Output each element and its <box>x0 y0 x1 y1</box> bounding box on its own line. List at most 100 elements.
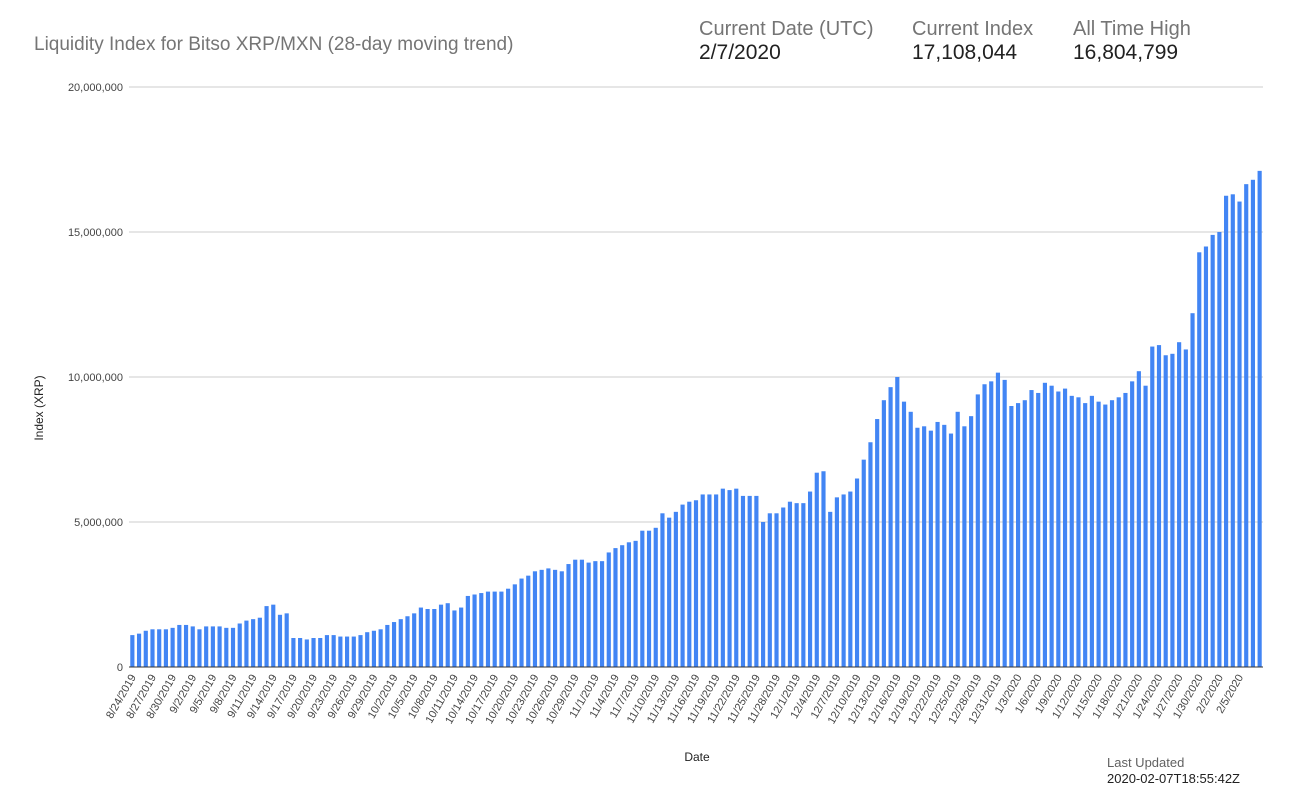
bar <box>754 495 759 667</box>
bar <box>519 578 524 667</box>
bar <box>277 614 283 667</box>
bar <box>915 427 920 667</box>
x-axis-label: Date <box>684 750 710 764</box>
bar <box>492 591 497 667</box>
bar <box>982 384 987 667</box>
bar <box>365 632 370 667</box>
bar <box>881 400 886 667</box>
bar <box>948 433 954 667</box>
bar <box>465 595 470 667</box>
bar <box>197 629 202 667</box>
bar <box>405 616 410 667</box>
bar <box>767 513 772 667</box>
bar <box>1123 392 1128 667</box>
bar <box>962 426 967 667</box>
bar <box>230 627 236 667</box>
bar <box>506 588 511 667</box>
bar <box>526 575 531 667</box>
bar <box>512 584 517 667</box>
bar <box>868 442 873 667</box>
bar <box>1089 395 1094 667</box>
bar <box>807 491 813 667</box>
bar <box>485 591 491 667</box>
bar <box>928 430 933 667</box>
bar <box>714 494 719 667</box>
liquidity-bar-chart: 0 5,000,000 10,000,000 15,000,000 20,000,000… <box>32 82 1263 764</box>
bar <box>1163 355 1168 667</box>
bar <box>1042 382 1047 667</box>
bar <box>969 416 974 667</box>
bar <box>425 609 430 667</box>
bar <box>975 394 980 667</box>
bar <box>257 617 262 667</box>
bar <box>418 607 423 667</box>
bar <box>761 522 766 667</box>
bar <box>150 629 155 667</box>
bar <box>660 513 665 667</box>
bar <box>1062 388 1068 667</box>
bar <box>1009 406 1014 667</box>
bar <box>170 627 175 667</box>
y-tick-label: 0 <box>117 662 123 674</box>
bar <box>546 568 551 667</box>
bar <box>1130 381 1135 667</box>
bar <box>693 500 699 667</box>
bar <box>318 638 323 667</box>
bar <box>157 629 162 667</box>
bar <box>633 540 638 667</box>
bar <box>1083 403 1088 667</box>
bar <box>1177 342 1182 667</box>
bar <box>989 381 994 667</box>
bar <box>734 488 739 667</box>
bar <box>895 377 900 667</box>
bar <box>559 571 564 667</box>
bar <box>747 495 752 667</box>
bar <box>593 561 598 667</box>
bar <box>566 564 571 667</box>
bar <box>680 504 685 667</box>
bar <box>942 424 947 667</box>
bar <box>794 503 799 667</box>
bar <box>834 497 839 667</box>
bar <box>1190 313 1195 667</box>
bar <box>667 517 672 667</box>
bar <box>935 421 940 667</box>
bar <box>183 624 189 667</box>
bar <box>1056 391 1061 667</box>
bar <box>298 638 303 667</box>
last-updated: Last Updated 2020-02-07T18:55:42Z <box>1107 755 1240 787</box>
bar <box>1203 246 1209 667</box>
bar <box>888 387 893 667</box>
bar <box>136 633 142 667</box>
y-tick-label: 5,000,000 <box>74 517 123 529</box>
bar <box>459 607 464 667</box>
bar <box>1096 401 1101 667</box>
bar <box>1069 395 1074 667</box>
bar <box>821 471 826 667</box>
y-axis-label: Index (XRP) <box>32 375 46 440</box>
bar <box>479 593 484 667</box>
bar <box>311 638 316 667</box>
bar <box>177 624 182 667</box>
bar <box>391 622 397 667</box>
bar <box>251 619 256 667</box>
bar <box>1170 353 1175 667</box>
bar <box>224 627 229 667</box>
bar <box>432 609 437 667</box>
bar <box>271 604 276 667</box>
bar <box>626 542 631 667</box>
bar <box>1143 385 1148 667</box>
bar <box>653 527 658 667</box>
bar <box>445 603 450 667</box>
bar <box>1076 397 1081 667</box>
bar <box>532 571 538 667</box>
bar <box>499 591 504 667</box>
bar <box>244 620 249 667</box>
bar <box>210 626 215 667</box>
bar <box>217 626 222 667</box>
bar <box>781 507 786 667</box>
y-tick-label: 15,000,000 <box>68 227 123 239</box>
bar <box>828 511 833 667</box>
bar <box>1136 371 1141 667</box>
bar <box>371 630 376 667</box>
